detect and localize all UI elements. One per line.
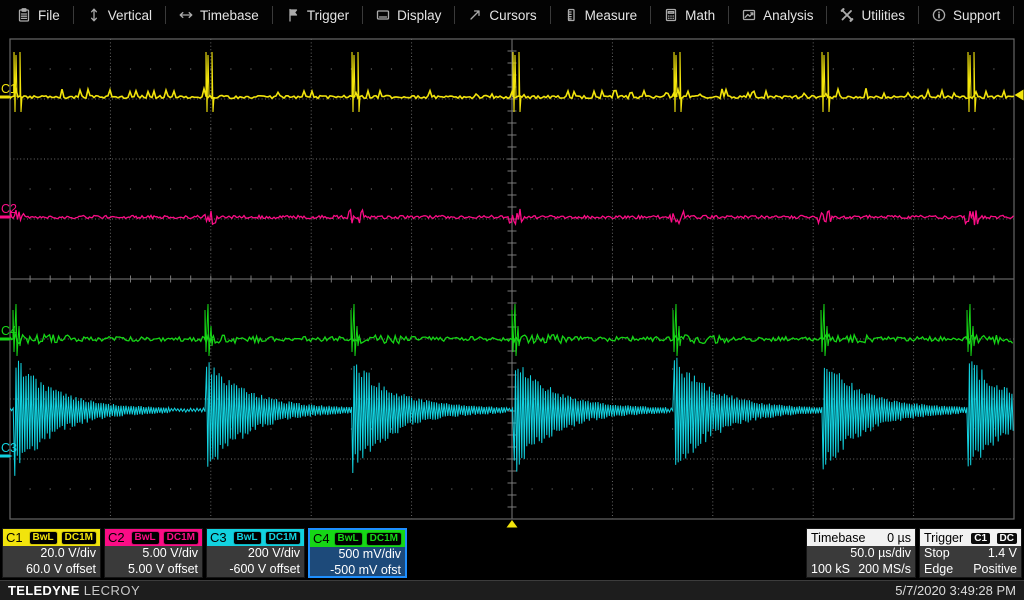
svg-text:C1: C1 [1,82,17,96]
timebase-samples: 100 kS [811,562,850,578]
channel-id: C4 [313,531,330,546]
bandwidth-limit-badge: BwL [334,532,363,546]
cursor-arrow-icon [468,8,482,22]
trigger-slope: Positive [973,562,1017,578]
brand-logo: TELEDYNELECROY [8,583,140,598]
menu-math[interactable]: Math [651,0,728,30]
menu-label: Measure [585,8,638,23]
trigger-label: Trigger [924,531,963,545]
menu-label: Timebase [200,8,259,23]
trigger-descriptor[interactable]: Trigger C1 DC Stop 1.4 V Edge Positive [919,528,1022,578]
channel-id: C2 [108,530,125,545]
channel-descriptor-c2[interactable]: C2 BwL DC1M 5.00 V/div 5.00 V offset [104,528,203,578]
menu-label: Trigger [307,8,349,23]
svg-text:C3: C3 [1,441,17,455]
bandwidth-limit-badge: BwL [233,531,262,545]
bandwidth-limit-badge: BwL [29,531,58,545]
calculator-icon [664,8,678,22]
timebase-scale: 50.0 µs/div [807,546,915,562]
tools-icon [840,8,854,22]
trigger-coupling-badge: DC [997,533,1017,544]
channel-scale: 20.0 V/div [3,546,100,562]
channel-offset: 60.0 V offset [3,562,100,578]
svg-text:C4: C4 [1,324,17,338]
menu-label: Utilities [861,8,905,23]
channel-offset: -500 mV ofst [310,563,405,579]
menu-separator [1013,6,1014,24]
channel-scale: 200 V/div [207,546,304,562]
menu-label: Math [685,8,715,23]
trigger-level: 1.4 V [988,546,1017,562]
bandwidth-limit-badge: BwL [131,531,160,545]
coupling-badge: DC1M [61,531,97,545]
channel-id: C1 [6,530,23,545]
graticule [10,39,1014,519]
trigger-source-badge: C1 [971,533,990,544]
channel-header: C2 BwL DC1M [105,529,202,546]
timebase-delay: 0 µs [887,531,911,545]
timebase-descriptor[interactable]: Timebase 0 µs 50.0 µs/div 100 kS 200 MS/… [806,528,916,578]
menu-label: Display [397,8,441,23]
trigger-type: Edge [924,562,953,578]
channel-descriptor-c4[interactable]: C4 BwL DC1M 500 mV/div -500 mV ofst [308,528,407,578]
menu-file[interactable]: File [4,0,73,30]
monitor-icon [376,8,390,22]
waveform-canvas[interactable]: C1 C2 C4 C3 [0,30,1024,528]
menu-display[interactable]: Display [363,0,454,30]
menu-label: Analysis [763,8,813,23]
menu-label: Vertical [108,8,152,23]
horizontal-arrows-icon [179,8,193,22]
channel-descriptor-c3[interactable]: C3 BwL DC1M 200 V/div -600 V offset [206,528,305,578]
coupling-badge: DC1M [366,532,402,546]
channel-header: C3 BwL DC1M [207,529,304,546]
timebase-header: Timebase 0 µs [807,529,915,546]
status-bar: TELEDYNELECROY 5/7/2020 3:49:28 PM [0,580,1024,600]
ruler-icon [564,8,578,22]
menu-label: Cursors [489,8,536,23]
channel-header: C4 BwL DC1M [310,530,405,547]
trace-c4[interactable] [10,335,1013,344]
trigger-time-marker[interactable] [507,520,518,528]
trigger-mode: Stop [924,546,950,562]
info-icon [932,8,946,22]
menu-support[interactable]: Support [919,0,1013,30]
channel-header: C1 BwL DC1M [3,529,100,546]
trigger-level-marker[interactable] [1015,90,1024,101]
coupling-badge: DC1M [163,531,199,545]
trigger-header: Trigger C1 DC [920,529,1021,546]
flag-icon [286,8,300,22]
menu-label: File [38,8,60,23]
scope-display[interactable]: C1 C2 C4 C3 [0,30,1024,528]
channel-descriptor-c1[interactable]: C1 BwL DC1M 20.0 V/div 60.0 V offset [2,528,101,578]
menu-trigger[interactable]: Trigger [273,0,362,30]
menu-timebase[interactable]: Timebase [166,0,272,30]
menu-utilities[interactable]: Utilities [827,0,918,30]
channel-scale: 500 mV/div [310,547,405,563]
menu-vertical[interactable]: Vertical [74,0,165,30]
menu-label: Support [953,8,1000,23]
menu-cursors[interactable]: Cursors [455,0,549,30]
menu-measure[interactable]: Measure [551,0,651,30]
channel-offset: 5.00 V offset [105,562,202,578]
channel-id: C3 [210,530,227,545]
svg-text:C2: C2 [1,202,17,216]
clock: 5/7/2020 3:49:28 PM [895,583,1016,598]
channel-offset: -600 V offset [207,562,304,578]
vertical-arrows-icon [87,8,101,22]
menu-analysis[interactable]: Analysis [729,0,826,30]
clipboard-icon [17,8,31,22]
timebase-label: Timebase [811,531,865,545]
channel-scale: 5.00 V/div [105,546,202,562]
chart-line-icon [742,8,756,22]
coupling-badge: DC1M [265,531,301,545]
timebase-rate: 200 MS/s [858,562,911,578]
menu-bar: File Vertical Timebase Trigger Display C… [0,0,1024,30]
